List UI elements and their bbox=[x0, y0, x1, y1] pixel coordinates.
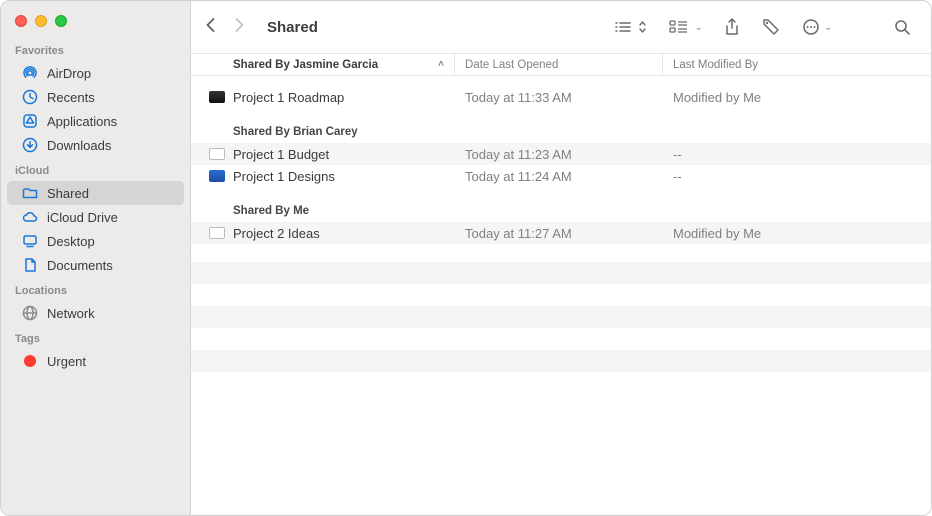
sidebar-item-urgent[interactable]: Urgent bbox=[7, 349, 184, 373]
file-type-icon bbox=[209, 170, 225, 182]
group-by-button[interactable]: ⌄ bbox=[663, 20, 709, 34]
column-name[interactable]: Shared By Jasmine Garcia ˄ bbox=[191, 54, 455, 75]
file-name: Project 1 Budget bbox=[233, 147, 329, 162]
sidebar-item-recents[interactable]: Recents bbox=[7, 85, 184, 109]
stepper-icon bbox=[638, 20, 647, 34]
file-list: Project 1 RoadmapToday at 11:33 AMModifi… bbox=[191, 76, 931, 515]
file-modifier: -- bbox=[663, 169, 931, 184]
documents-icon bbox=[21, 256, 39, 274]
clock-icon bbox=[21, 88, 39, 106]
empty-row bbox=[191, 306, 931, 328]
file-type-icon bbox=[209, 91, 225, 103]
empty-row bbox=[191, 284, 931, 306]
minimize-window-button[interactable] bbox=[35, 15, 47, 27]
file-date: Today at 11:27 AM bbox=[455, 226, 663, 241]
file-date: Today at 11:23 AM bbox=[455, 147, 663, 162]
download-icon bbox=[21, 136, 39, 154]
empty-row bbox=[191, 372, 931, 394]
toolbar: Shared ⌄ ⌄ bbox=[191, 1, 931, 53]
file-name: Project 1 Designs bbox=[233, 169, 335, 184]
search-button[interactable] bbox=[888, 19, 917, 36]
zoom-window-button[interactable] bbox=[55, 15, 67, 27]
column-date[interactable]: Date Last Opened bbox=[455, 54, 663, 75]
more-actions-button[interactable]: ⌄ bbox=[796, 18, 838, 36]
finder-window: Favorites AirDrop Recents Applications Downl… bbox=[0, 0, 932, 516]
file-modifier: -- bbox=[663, 147, 931, 162]
file-row[interactable]: Project 1 Budget Today at 11:23 AM-- bbox=[191, 143, 931, 165]
column-name-label: Shared By Jasmine Garcia bbox=[233, 59, 378, 71]
sidebar-item-airdrop[interactable]: AirDrop bbox=[7, 61, 184, 85]
desktop-icon bbox=[21, 232, 39, 250]
share-button[interactable] bbox=[718, 18, 746, 36]
cloud-icon bbox=[21, 208, 39, 226]
sidebar-item-shared[interactable]: Shared bbox=[7, 181, 184, 205]
window-title: Shared bbox=[267, 19, 318, 36]
sidebar-item-label: Shared bbox=[47, 186, 89, 201]
sidebar-section-header: Tags bbox=[1, 325, 190, 349]
sidebar-item-label: Desktop bbox=[47, 234, 95, 249]
forward-button[interactable] bbox=[234, 17, 245, 38]
back-button[interactable] bbox=[205, 17, 216, 38]
airdrop-icon bbox=[21, 64, 39, 82]
tag-red-icon bbox=[21, 352, 39, 370]
file-name: Project 2 Ideas bbox=[233, 226, 320, 241]
column-date-label: Date Last Opened bbox=[465, 59, 558, 71]
file-name: Project 1 Roadmap bbox=[233, 90, 344, 105]
folder-shared-icon bbox=[21, 184, 39, 202]
file-date: Today at 11:33 AM bbox=[455, 90, 663, 105]
sidebar-section-header: Locations bbox=[1, 277, 190, 301]
sidebar-section-header: iCloud bbox=[1, 157, 190, 181]
sidebar-item-applications[interactable]: Applications bbox=[7, 109, 184, 133]
column-modifier[interactable]: Last Modified By bbox=[663, 54, 931, 75]
sidebar-item-label: Network bbox=[47, 306, 95, 321]
file-row[interactable]: Project 2 Ideas Today at 11:27 AMModified… bbox=[191, 222, 931, 244]
sidebar-item-label: Applications bbox=[47, 114, 117, 129]
file-type-icon bbox=[209, 148, 225, 160]
file-date: Today at 11:24 AM bbox=[455, 169, 663, 184]
empty-row bbox=[191, 328, 931, 350]
group-header: Shared By Brian Carey bbox=[191, 108, 931, 143]
sidebar-item-documents[interactable]: Documents bbox=[7, 253, 184, 277]
sidebar-item-label: iCloud Drive bbox=[47, 210, 118, 225]
sidebar-item-label: Recents bbox=[47, 90, 95, 105]
globe-icon bbox=[21, 304, 39, 322]
sidebar-item-label: Downloads bbox=[47, 138, 111, 153]
group-header: Shared By Me bbox=[191, 187, 931, 222]
sidebar-item-network[interactable]: Network bbox=[7, 301, 184, 325]
column-headers: Shared By Jasmine Garcia ˄ Date Last Ope… bbox=[191, 53, 931, 76]
close-window-button[interactable] bbox=[15, 15, 27, 27]
file-type-icon bbox=[209, 227, 225, 239]
sidebar-item-label: Documents bbox=[47, 258, 113, 273]
file-modifier: Modified by Me bbox=[663, 226, 931, 241]
sidebar-item-label: AirDrop bbox=[47, 66, 91, 81]
sidebar-item-desktop[interactable]: Desktop bbox=[7, 229, 184, 253]
empty-row bbox=[191, 350, 931, 372]
file-modifier: Modified by Me bbox=[663, 90, 931, 105]
tag-button[interactable] bbox=[756, 18, 786, 36]
sidebar-item-icloud-drive[interactable]: iCloud Drive bbox=[7, 205, 184, 229]
chevron-down-icon: ⌄ bbox=[824, 22, 832, 33]
view-list-button[interactable] bbox=[608, 20, 653, 34]
window-controls bbox=[1, 9, 190, 37]
file-row[interactable]: Project 1 Roadmap Today at 11:33 AMModifi… bbox=[191, 86, 931, 108]
sidebar-item-downloads[interactable]: Downloads bbox=[7, 133, 184, 157]
empty-row bbox=[191, 262, 931, 284]
app-icon bbox=[21, 112, 39, 130]
sidebar: Favorites AirDrop Recents Applications Downl… bbox=[1, 1, 191, 515]
chevron-down-icon: ⌄ bbox=[695, 22, 703, 33]
file-row[interactable]: Project 1 Designs Today at 11:24 AM-- bbox=[191, 165, 931, 187]
sidebar-item-label: Urgent bbox=[47, 354, 86, 369]
sort-ascending-icon: ˄ bbox=[438, 59, 444, 70]
column-modifier-label: Last Modified By bbox=[673, 59, 758, 71]
main-pane: Shared ⌄ ⌄ bbox=[191, 1, 931, 515]
sidebar-section-header: Favorites bbox=[1, 37, 190, 61]
